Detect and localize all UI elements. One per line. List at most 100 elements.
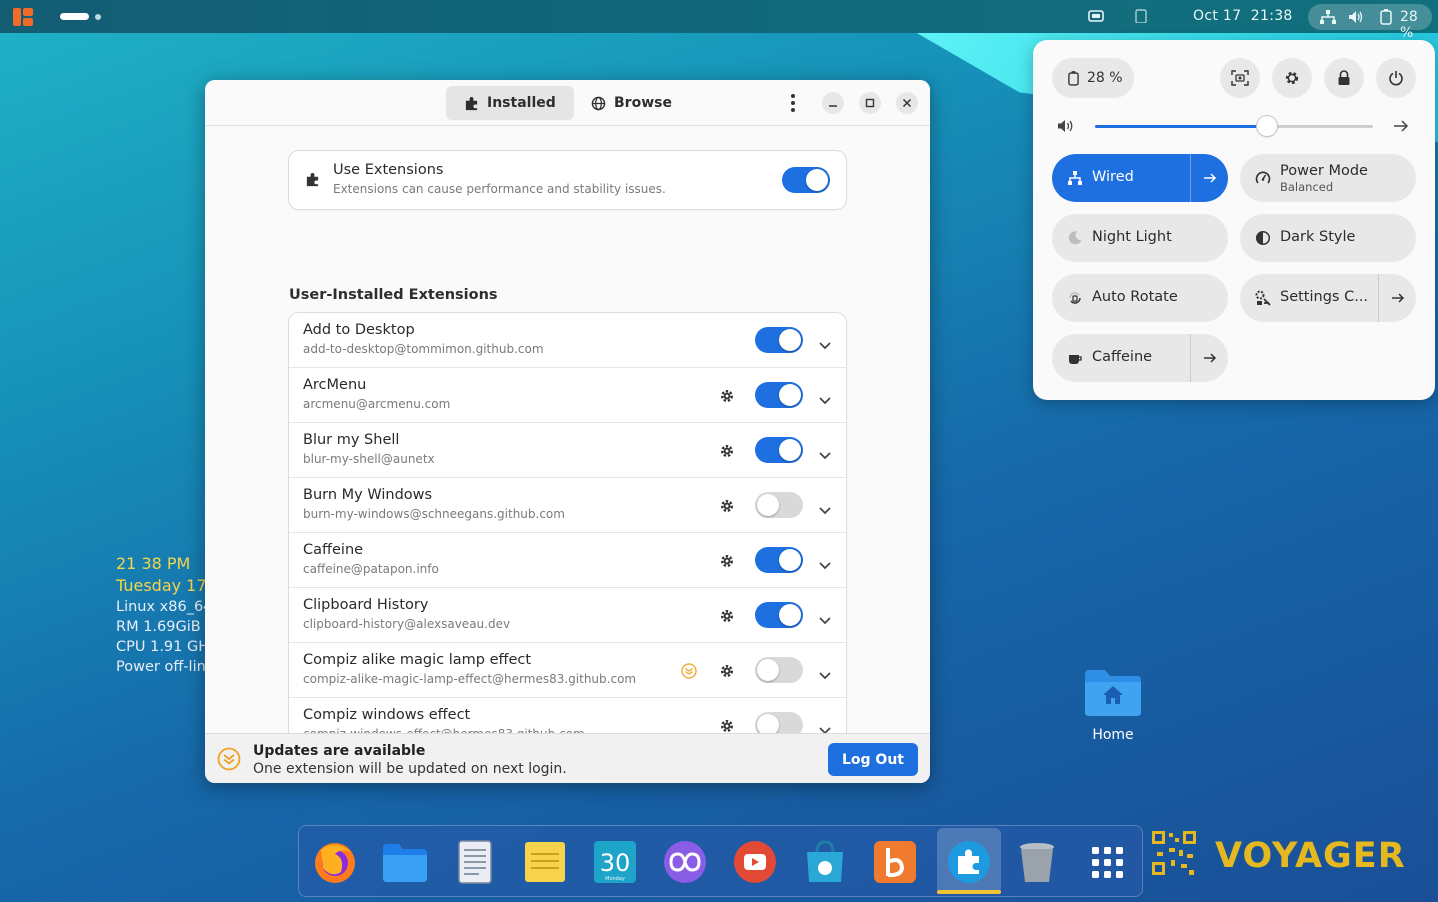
quick-toggle-settings-c[interactable]: Settings C... — [1240, 274, 1416, 322]
extension-toggle[interactable] — [755, 492, 803, 518]
quick-toggle-night-light[interactable]: Night Light — [1052, 214, 1228, 262]
power-icon — [1389, 71, 1403, 86]
use-extensions-subtitle: Extensions can cause performance and sta… — [333, 182, 666, 196]
chevron-down-icon[interactable] — [818, 446, 832, 460]
calendar-weekday: Monday — [605, 876, 625, 882]
files-icon[interactable] — [381, 838, 429, 886]
system-menu-button[interactable]: 28 % — [1308, 4, 1432, 41]
volume-slider-track[interactable] — [1095, 125, 1373, 128]
workspace-indicator-active[interactable] — [60, 13, 89, 20]
extension-toggle[interactable] — [755, 712, 803, 733]
extension-toggle[interactable] — [755, 602, 803, 628]
firefox-icon[interactable] — [311, 838, 359, 886]
battery-button[interactable]: 28 % — [1052, 58, 1134, 98]
extension-name: Blur my Shell — [303, 432, 400, 448]
tile-label: Night Light — [1092, 229, 1172, 245]
tab-installed[interactable]: Installed — [446, 86, 574, 120]
tab-browse[interactable]: Browse — [573, 86, 690, 120]
maximize-button[interactable] — [859, 92, 881, 114]
minimize-icon — [829, 105, 837, 107]
extension-row[interactable]: Caffeine caffeine@patapon.info — [289, 533, 846, 588]
battery-percentage: 28 % — [1087, 70, 1123, 86]
extension-row[interactable]: Compiz alike magic lamp effect compiz-ali… — [289, 643, 846, 698]
gear-icon[interactable] — [719, 608, 735, 624]
use-extensions-toggle[interactable] — [782, 167, 830, 193]
quick-toggle-wired[interactable]: Wired — [1052, 154, 1228, 202]
extension-toggle[interactable] — [755, 657, 803, 683]
app-grid-icon[interactable] — [1083, 838, 1131, 886]
trash-icon[interactable] — [1013, 838, 1061, 886]
volume-icon — [1349, 11, 1363, 23]
gear-icon[interactable] — [719, 498, 735, 514]
arrow-right-icon[interactable] — [1393, 119, 1409, 133]
distro-logo-icon[interactable] — [13, 8, 33, 26]
lock-button[interactable] — [1324, 58, 1364, 98]
extension-name: Burn My Windows — [303, 487, 433, 503]
extensions-list-scroll[interactable]: Use Extensions Extensions can cause perf… — [205, 127, 930, 733]
use-extensions-title: Use Extensions — [333, 162, 444, 178]
gear-icon[interactable] — [719, 663, 735, 679]
gear-icon[interactable] — [719, 718, 735, 733]
extension-id: add-to-desktop@tommimon.github.com — [303, 342, 544, 356]
video-player-icon[interactable] — [731, 838, 779, 886]
brave-browser-icon[interactable] — [871, 838, 919, 886]
close-button[interactable] — [896, 92, 918, 114]
conky-day: Tuesday 17 — [116, 576, 207, 595]
tile-sublabel: Balanced — [1280, 180, 1334, 194]
gear-icon[interactable] — [719, 553, 735, 569]
conky-power: Power off-lin — [116, 659, 206, 675]
settings-button[interactable] — [1272, 58, 1312, 98]
quick-toggle-power-mode[interactable]: Power Mode Balanced — [1240, 154, 1416, 202]
workspace-indicator[interactable] — [95, 14, 101, 20]
home-folder-icon[interactable] — [1083, 668, 1143, 718]
tile-expand-button[interactable] — [1190, 154, 1228, 202]
extension-toggle[interactable] — [755, 437, 803, 463]
extension-indicator-icon[interactable] — [1088, 9, 1104, 23]
chevron-down-icon[interactable] — [818, 501, 832, 515]
tile-expand-button[interactable] — [1378, 274, 1416, 322]
gear-icon[interactable] — [719, 443, 735, 459]
log-out-button[interactable]: Log Out — [828, 743, 918, 776]
chevron-down-icon[interactable] — [818, 666, 832, 680]
extension-toggle[interactable] — [755, 547, 803, 573]
quick-toggle-caffeine[interactable]: Caffeine — [1052, 334, 1228, 382]
power-button[interactable] — [1376, 58, 1416, 98]
extension-row[interactable]: Clipboard History clipboard-history@alexs… — [289, 588, 846, 643]
dock-active-indicator — [937, 890, 1001, 894]
chevron-down-icon[interactable] — [818, 721, 832, 733]
extension-row[interactable]: Blur my Shell blur-my-shell@aunetx — [289, 423, 846, 478]
chevron-down-icon[interactable] — [818, 556, 832, 570]
menu-kebab-icon[interactable] — [789, 94, 797, 114]
extension-name: Caffeine — [303, 542, 364, 558]
infinity-app-icon[interactable] — [661, 838, 709, 886]
tile-label: Auto Rotate — [1092, 289, 1178, 305]
text-editor-icon[interactable] — [451, 838, 499, 886]
extension-row[interactable]: Burn My Windows burn-my-windows@schneegan… — [289, 478, 846, 533]
quick-toggle-auto-rotate[interactable]: Auto Rotate — [1052, 274, 1228, 322]
volume-slider-handle[interactable] — [1257, 116, 1278, 136]
extension-row[interactable]: ArcMenu arcmenu@arcmenu.com — [289, 368, 846, 423]
quick-toggle-dark-style[interactable]: Dark Style — [1240, 214, 1416, 262]
minimize-button[interactable] — [822, 92, 844, 114]
chevron-down-icon[interactable] — [818, 336, 832, 350]
calendar-icon[interactable]: 30 Monday — [591, 838, 639, 886]
extension-row[interactable]: Add to Desktop add-to-desktop@tommimon.gi… — [289, 313, 846, 368]
globe-icon — [591, 96, 606, 110]
extensions-app-icon[interactable] — [945, 838, 993, 886]
extension-id: burn-my-windows@schneegans.github.com — [303, 507, 565, 521]
extension-toggle[interactable] — [755, 327, 803, 353]
chevron-down-icon[interactable] — [818, 611, 832, 625]
power-mode-icon — [1255, 170, 1271, 186]
software-store-icon[interactable] — [801, 838, 849, 886]
notes-icon[interactable] — [521, 838, 569, 886]
gear-icon[interactable] — [719, 388, 735, 404]
gear-icon — [1285, 71, 1299, 85]
chevron-down-icon[interactable] — [818, 391, 832, 405]
extension-toggle[interactable] — [755, 382, 803, 408]
extension-row[interactable]: Compiz windows effectcompiz-windows-effe… — [289, 698, 846, 733]
update-banner: Updates are available One extension will… — [205, 733, 930, 783]
clipboard-icon[interactable] — [1133, 9, 1149, 23]
clock[interactable]: Oct 17 21:38 — [1193, 8, 1293, 24]
screenshot-button[interactable] — [1220, 58, 1260, 98]
tile-expand-button[interactable] — [1190, 334, 1228, 382]
